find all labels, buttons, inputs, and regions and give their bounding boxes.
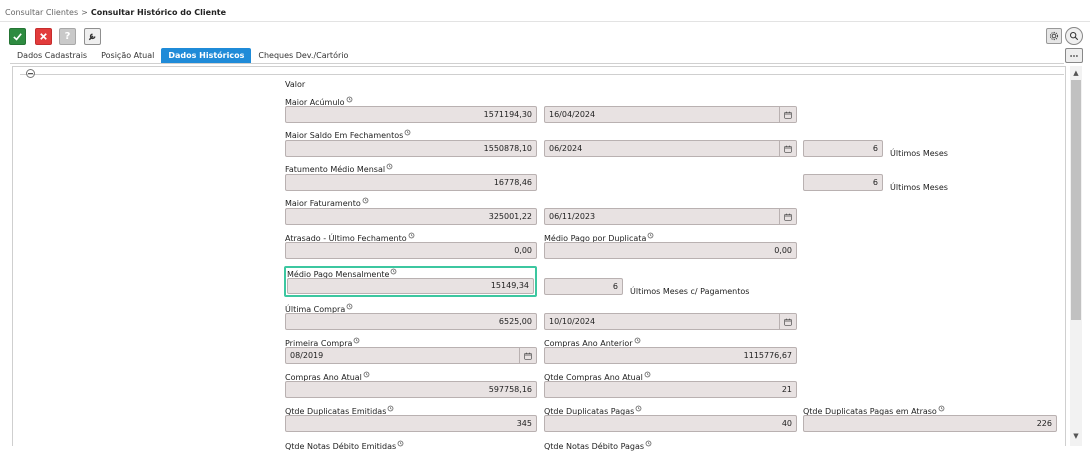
panel-header-line <box>20 74 1064 75</box>
tab-posicao-atual[interactable]: Posição Atual <box>94 48 161 63</box>
history-icon[interactable] <box>397 440 404 447</box>
scroll-down-arrow[interactable]: ▼ <box>1071 432 1081 440</box>
more-horizontal-icon <box>1070 54 1078 57</box>
primeira-compra-date-text: 08/2019 <box>290 351 324 360</box>
confirm-button[interactable] <box>9 28 26 45</box>
qtde-duplicatas-pagas-value[interactable]: 40 <box>544 415 797 432</box>
scrollbar-thumb[interactable] <box>1071 80 1081 320</box>
calendar-button[interactable] <box>779 209 796 224</box>
breadcrumb: Consultar Clientes > Consultar Histórico d… <box>5 8 226 17</box>
history-icon[interactable] <box>635 405 642 412</box>
maior-acumulo-date[interactable]: 16/04/2024 <box>544 106 797 123</box>
tab-dados-cadastrais[interactable]: Dados Cadastrais <box>10 48 94 63</box>
atrasado-value[interactable]: 0,00 <box>285 242 537 259</box>
qtde-notas-debito-emitidas-label: Qtde Notas Débito Emitidas <box>285 440 404 452</box>
calendar-button[interactable] <box>519 348 536 363</box>
collapse-section-button[interactable] <box>26 69 35 78</box>
maior-saldo-date[interactable]: 06/2024 <box>544 140 797 157</box>
help-button-label: ? <box>64 31 71 42</box>
ultima-compra-date[interactable]: 10/10/2024 <box>544 313 797 330</box>
tab-bar: Dados Cadastrais Posição Atual Dados His… <box>10 48 355 63</box>
history-icon[interactable] <box>353 337 360 344</box>
settings-button[interactable] <box>1046 28 1062 44</box>
history-icon[interactable] <box>647 232 654 239</box>
qtde-compras-ano-atual-value[interactable]: 21 <box>544 381 797 398</box>
tools-button[interactable] <box>84 28 101 45</box>
faturamento-medio-value[interactable]: 16778,46 <box>285 174 537 191</box>
maior-faturamento-date-text: 06/11/2023 <box>549 212 596 221</box>
close-icon <box>40 33 47 40</box>
qtde-notas-debito-pagas-label: Qtde Notas Débito Pagas <box>544 440 652 452</box>
scroll-up-arrow[interactable]: ▲ <box>1071 69 1081 77</box>
maior-acumulo-date-text: 16/04/2024 <box>549 110 596 119</box>
maior-faturamento-date[interactable]: 06/11/2023 <box>544 208 797 225</box>
medio-pago-mensal-months[interactable]: 6 <box>544 278 623 295</box>
history-icon[interactable] <box>645 440 652 447</box>
page-title: Consultar Histórico do Cliente <box>90 8 227 17</box>
medio-pago-duplicata-value[interactable]: 0,00 <box>544 242 797 259</box>
medio-pago-mensal-months-suffix: Últimos Meses c/ Pagamentos <box>630 287 750 296</box>
cancel-button[interactable] <box>35 28 52 45</box>
tab-cheques-dev-cartorio[interactable]: Cheques Dev./Cartório <box>251 48 355 63</box>
calendar-button[interactable] <box>779 107 796 122</box>
header-divider <box>0 21 1090 22</box>
wrench-icon <box>88 33 96 41</box>
maior-acumulo-value[interactable]: 1571194,30 <box>285 106 537 123</box>
section-title: Valor <box>285 80 306 89</box>
history-icon[interactable] <box>408 232 415 239</box>
primeira-compra-date[interactable]: 08/2019 <box>285 347 537 364</box>
tab-dados-historicos[interactable]: Dados Históricos <box>161 48 252 63</box>
maior-saldo-months[interactable]: 6 <box>803 140 883 157</box>
more-options-button[interactable] <box>1065 48 1083 63</box>
history-icon[interactable] <box>404 129 411 136</box>
breadcrumb-separator: > <box>81 8 88 17</box>
search-icon <box>1069 31 1079 41</box>
history-icon[interactable] <box>387 405 394 412</box>
maior-saldo-months-suffix: Últimos Meses <box>890 149 948 158</box>
calendar-icon <box>784 144 792 153</box>
ultima-compra-value[interactable]: 6525,00 <box>285 313 537 330</box>
medio-pago-mensal-value[interactable]: 15149,34 <box>287 278 534 294</box>
qtde-duplicatas-emitidas-value[interactable]: 345 <box>285 415 537 432</box>
maior-saldo-date-text: 06/2024 <box>549 144 583 153</box>
ultima-compra-date-text: 10/10/2024 <box>549 317 596 326</box>
calendar-icon <box>524 351 532 360</box>
help-button[interactable]: ? <box>59 28 76 45</box>
faturamento-medio-months-suffix: Últimos Meses <box>890 183 948 192</box>
calendar-icon <box>784 110 792 119</box>
breadcrumb-parent-link[interactable]: Consultar Clientes <box>5 8 78 17</box>
calendar-icon <box>784 317 792 326</box>
history-icon[interactable] <box>363 371 370 378</box>
history-icon[interactable] <box>346 303 353 310</box>
check-icon <box>13 33 22 41</box>
history-icon[interactable] <box>346 96 353 103</box>
compras-ano-anterior-value[interactable]: 1115776,67 <box>544 347 797 364</box>
compras-ano-atual-value[interactable]: 597758,16 <box>285 381 537 398</box>
history-icon[interactable] <box>362 197 369 204</box>
qtde-duplicatas-pagas-atraso-value[interactable]: 226 <box>803 415 1057 432</box>
history-icon[interactable] <box>938 405 945 412</box>
history-icon[interactable] <box>386 163 393 170</box>
calendar-button[interactable] <box>779 314 796 329</box>
search-button[interactable] <box>1065 27 1083 45</box>
faturamento-medio-months[interactable]: 6 <box>803 174 883 191</box>
calendar-icon <box>784 212 792 221</box>
history-icon[interactable] <box>634 337 641 344</box>
tab-divider <box>10 63 1064 64</box>
maior-saldo-value[interactable]: 1550878,10 <box>285 140 537 157</box>
maior-faturamento-value[interactable]: 325001,22 <box>285 208 537 225</box>
gear-icon <box>1049 31 1059 41</box>
content-panel <box>12 66 1066 446</box>
calendar-button[interactable] <box>779 141 796 156</box>
history-icon[interactable] <box>644 371 651 378</box>
